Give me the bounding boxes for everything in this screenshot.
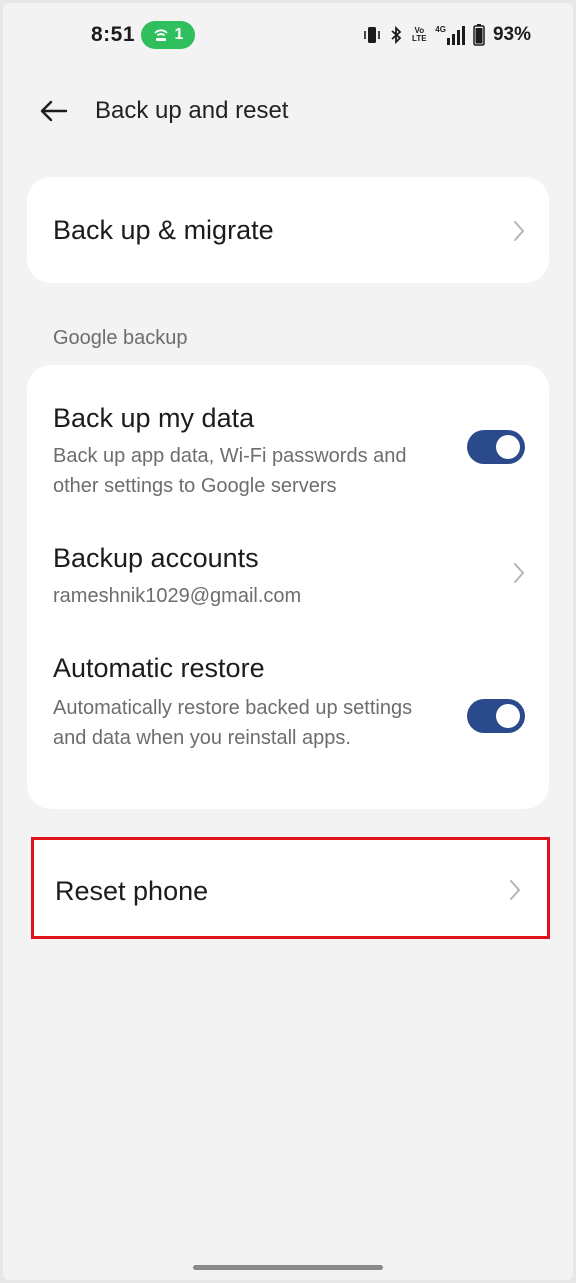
battery-percent: 93% (492, 24, 531, 45)
gesture-nav-handle[interactable] (193, 1265, 383, 1270)
automatic-restore-row[interactable]: Automatic restore Automatically restore … (27, 619, 549, 809)
page-title: Back up and reset (95, 97, 289, 124)
status-bar: 8:51 1 Vo LTE 4G 93% (3, 3, 573, 69)
volte-icon: Vo LTE (411, 27, 427, 43)
automatic-restore-toggle[interactable] (467, 699, 525, 733)
toggle-knob (496, 435, 520, 459)
backup-accounts-email: rameshnik1029@gmail.com (53, 585, 302, 607)
automatic-restore-subtitle: Automatically restore backed up settings… (53, 697, 413, 749)
automatic-restore-title: Automatic restore (53, 653, 265, 683)
phone-screen: 8:51 1 Vo LTE 4G 93% Back up and reset B… (3, 3, 573, 1280)
battery-icon (473, 24, 485, 46)
hotspot-indicator[interactable]: 1 (141, 21, 195, 49)
back-up-my-data-subtitle: Back up app data, Wi-Fi passwords and ot… (53, 445, 407, 497)
backup-accounts-row[interactable]: Backup accounts rameshnik1029@gmail.com (27, 505, 549, 619)
vibrate-icon (363, 25, 381, 45)
bluetooth-icon (389, 25, 403, 45)
chevron-right-icon (514, 563, 525, 583)
backup-accounts-title: Backup accounts (53, 543, 259, 573)
app-header: Back up and reset (3, 83, 573, 139)
toggle-knob (496, 704, 520, 728)
reset-phone-row[interactable]: Reset phone (31, 837, 550, 939)
network-type: 4G (435, 25, 446, 34)
back-up-my-data-toggle[interactable] (467, 430, 525, 464)
status-icons: Vo LTE 4G 93% (363, 23, 531, 47)
volte-bottom: LTE (412, 34, 427, 43)
back-up-my-data-row[interactable]: Back up my data Back up app data, Wi-Fi … (27, 365, 549, 505)
chevron-right-icon (514, 221, 525, 241)
google-backup-section-label: Google backup (53, 327, 188, 349)
hotspot-count: 1 (174, 26, 184, 43)
back-up-migrate-title: Back up & migrate (53, 215, 274, 245)
signal-icon: 4G (435, 25, 465, 45)
google-backup-card: Back up my data Back up app data, Wi-Fi … (27, 365, 549, 809)
back-button[interactable] (33, 93, 73, 129)
migrate-card: Back up & migrate (27, 177, 549, 283)
back-up-migrate-row[interactable]: Back up & migrate (27, 177, 549, 283)
status-time: 8:51 (91, 23, 136, 46)
back-up-my-data-title: Back up my data (53, 403, 255, 433)
arrow-left-icon (40, 100, 68, 122)
chevron-right-icon (510, 880, 521, 900)
hotspot-icon (153, 29, 168, 41)
reset-phone-title: Reset phone (55, 876, 209, 906)
